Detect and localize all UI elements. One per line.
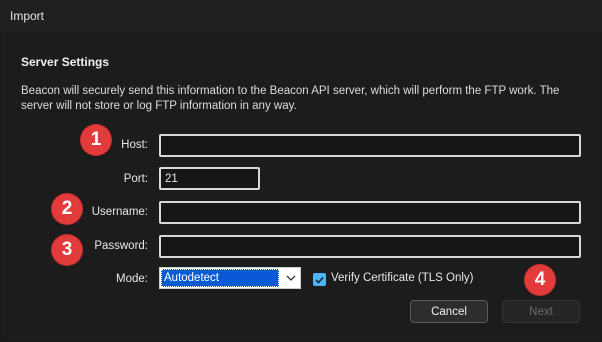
annotation-badge-2: 2 (52, 194, 82, 224)
host-label: Host: (121, 139, 148, 151)
dialog-content (1, 32, 601, 341)
mode-label: Mode: (116, 273, 148, 285)
section-description: Beacon will securely send this informati… (21, 85, 560, 112)
username-input[interactable] (159, 201, 581, 224)
verify-certificate-label[interactable]: Verify Certificate (TLS Only) (331, 272, 474, 284)
username-label: Username: (91, 206, 148, 218)
annotation-badge-1: 1 (81, 125, 111, 155)
verify-certificate-checkbox[interactable] (313, 273, 326, 286)
next-button[interactable]: Next (502, 300, 580, 323)
title-bar: Import (0, 0, 602, 32)
host-input[interactable] (159, 134, 581, 157)
chevron-down-icon[interactable] (282, 268, 300, 288)
annotation-badge-4: 4 (525, 265, 555, 295)
password-input[interactable] (159, 235, 581, 258)
port-input[interactable] (159, 167, 260, 190)
window-title: Import (10, 9, 45, 23)
mode-select[interactable]: Autodetect (159, 267, 301, 289)
cancel-button[interactable]: Cancel (410, 300, 488, 323)
annotation-badge-3: 3 (52, 235, 82, 265)
port-label: Port: (123, 173, 148, 185)
section-heading: Server Settings (21, 55, 110, 69)
mode-selected-value: Autodetect (161, 269, 279, 287)
checkmark-icon (315, 276, 324, 284)
password-label: Password: (94, 240, 148, 252)
